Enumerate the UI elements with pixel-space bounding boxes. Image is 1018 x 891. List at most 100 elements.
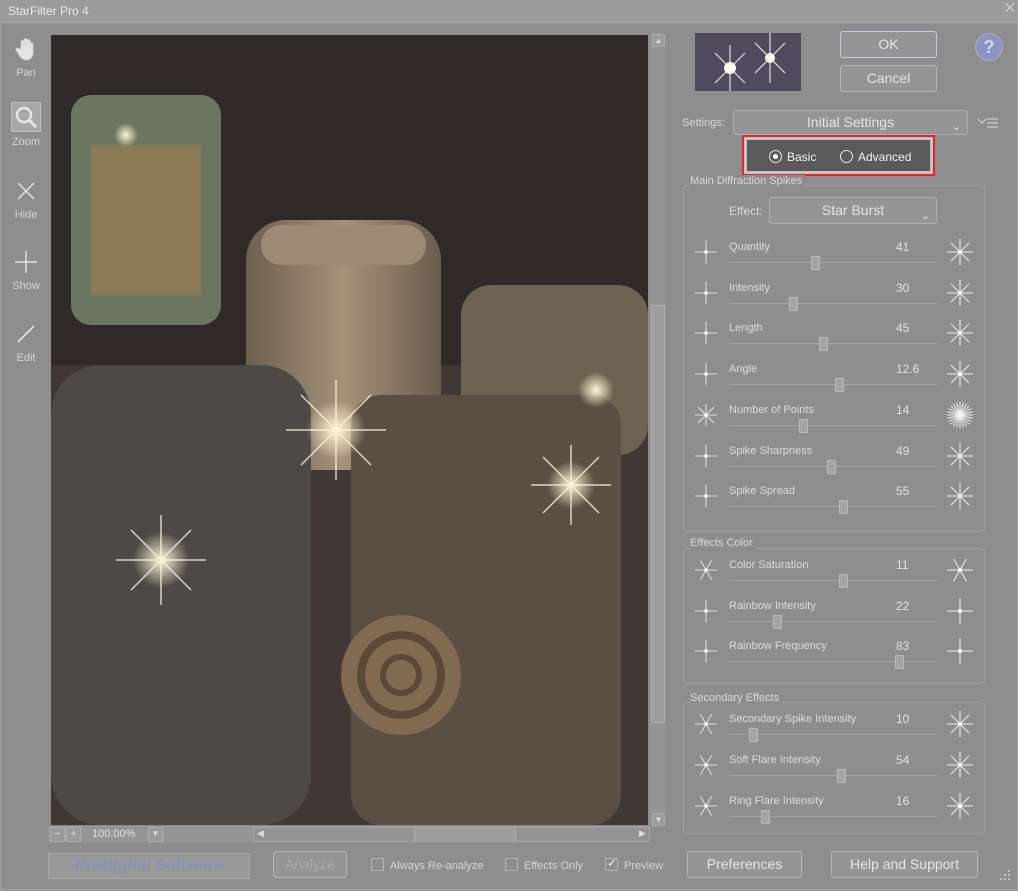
always-reanalyze-checkbox[interactable]: Always Re-analyze: [371, 858, 484, 872]
settings-dropdown[interactable]: Initial Settings ⌄: [733, 110, 968, 135]
soft-flare-intensity-slider-track[interactable]: [729, 775, 937, 776]
advanced-radio-dot[interactable]: [840, 150, 853, 163]
tool-edit[interactable]: Edit: [6, 320, 46, 364]
scroll-down-icon[interactable]: ▼: [652, 813, 665, 826]
length-slider-track[interactable]: [729, 343, 937, 345]
horizontal-scrollbar[interactable]: ◀ ▶: [253, 827, 650, 842]
number-of-points-slider-thumb[interactable]: [799, 418, 808, 433]
quantity-value[interactable]: 41: [896, 240, 909, 254]
color_group-slider-row: Color Saturation 11: [683, 555, 983, 596]
settings-menu-icon[interactable]: [977, 116, 999, 130]
spike-spread-small-star-icon: [693, 483, 719, 509]
tool-show-label: Show: [12, 280, 40, 292]
plus-icon: [12, 248, 40, 276]
rainbow-frequency-slider-track[interactable]: [729, 661, 937, 662]
zoom-in-button[interactable]: +: [66, 827, 81, 842]
number-of-points-large-star-icon: [945, 400, 975, 430]
color-saturation-slider-track[interactable]: [729, 580, 937, 581]
rainbow-intensity-large-star-icon: [945, 596, 975, 626]
tool-show[interactable]: Show: [6, 248, 46, 292]
scroll-left-icon[interactable]: ◀: [254, 828, 267, 841]
always-reanalyze-box[interactable]: [371, 858, 384, 871]
angle-slider-track[interactable]: [729, 384, 937, 386]
advanced-radio[interactable]: Advanced: [840, 150, 911, 164]
secondary_group-slider-row: Secondary Spike Intensity 10: [683, 709, 983, 750]
tool-hide[interactable]: Hide: [6, 177, 46, 221]
intensity-value[interactable]: 30: [896, 281, 909, 295]
horizontal-scroll-thumb[interactable]: [414, 828, 516, 841]
zoom-and-scroll-bar: − + 100.00% ▼ ◀ ▶: [48, 826, 650, 842]
rainbow-intensity-slider-track[interactable]: [729, 620, 937, 622]
color-saturation-small-star-icon: [693, 557, 719, 583]
length-value[interactable]: 45: [896, 321, 909, 335]
ring-flare-intensity-slider-thumb[interactable]: [761, 810, 770, 824]
always-reanalyze-label: Always Re-analyze: [390, 860, 484, 872]
prodigital-logo: ProDigital Software: [48, 853, 250, 879]
angle-value[interactable]: 12.6: [896, 362, 919, 376]
quantity-slider-track[interactable]: [729, 262, 937, 263]
rainbow-frequency-slider-thumb[interactable]: [895, 655, 904, 669]
soft-flare-intensity-value[interactable]: 54: [896, 753, 909, 767]
color-saturation-slider-thumb[interactable]: [839, 574, 848, 588]
effect-dropdown[interactable]: Star Burst ⌄: [769, 197, 937, 224]
color-saturation-value[interactable]: 11: [896, 558, 908, 572]
quantity-label: Quantity: [729, 241, 770, 253]
main_group-slider-row: Spike Spread 55: [683, 481, 983, 522]
spike-spread-label: Spike Spread: [729, 485, 796, 498]
preferences-button[interactable]: Preferences: [687, 851, 802, 878]
preview-photo: [51, 35, 648, 825]
window-title: StarFilter Pro 4: [8, 4, 89, 18]
help-icon[interactable]: ?: [975, 33, 1003, 61]
angle-slider-thumb[interactable]: [835, 378, 844, 393]
vertical-scrollbar[interactable]: ▲ ▼: [650, 33, 665, 827]
intensity-slider-thumb[interactable]: [789, 296, 798, 311]
vertical-scroll-thumb[interactable]: [651, 305, 665, 723]
checkmark-icon: ✓: [607, 856, 618, 870]
intensity-slider-track[interactable]: [729, 302, 937, 304]
rainbow-intensity-slider-thumb[interactable]: [773, 614, 782, 629]
scroll-right-icon[interactable]: ▶: [636, 828, 649, 841]
effects-only-checkbox[interactable]: Effects Only: [505, 858, 583, 872]
number-of-points-small-star-icon: [693, 402, 719, 428]
cancel-button[interactable]: Cancel: [840, 65, 937, 92]
length-slider-thumb[interactable]: [819, 337, 828, 352]
number-of-points-value[interactable]: 14: [896, 403, 909, 417]
pen-icon: [12, 320, 40, 348]
quantity-slider-thumb[interactable]: [811, 256, 820, 270]
basic-radio[interactable]: Basic: [769, 150, 816, 164]
soft-flare-intensity-slider-thumb[interactable]: [837, 769, 846, 783]
effects-only-box[interactable]: [505, 858, 518, 871]
scroll-up-icon[interactable]: ▲: [652, 34, 665, 47]
rainbow-intensity-label: Rainbow Intensity: [729, 599, 816, 612]
spike-spread-slider-track[interactable]: [729, 506, 937, 508]
spike-spread-value[interactable]: 55: [896, 484, 909, 498]
rainbow-intensity-value[interactable]: 22: [896, 599, 909, 613]
ok-button[interactable]: OK: [840, 31, 937, 58]
secondary_group-slider-row: Ring Flare Intensity 16: [683, 791, 983, 832]
basic-radio-dot[interactable]: [769, 150, 782, 163]
secondary-spike-intensity-value[interactable]: 10: [896, 712, 909, 726]
spike-sharpness-slider-thumb[interactable]: [827, 459, 836, 474]
secondary-spike-intensity-slider-thumb[interactable]: [749, 728, 758, 742]
secondary-spike-intensity-slider-track[interactable]: [729, 734, 937, 735]
zoom-out-button[interactable]: −: [50, 827, 65, 842]
ring-flare-intensity-value[interactable]: 16: [896, 794, 909, 808]
number-of-points-slider-track[interactable]: [729, 424, 937, 426]
spike-sharpness-value[interactable]: 49: [896, 444, 909, 458]
angle-large-star-icon: [945, 359, 975, 389]
tool-pan[interactable]: Pan: [6, 35, 46, 79]
preview-image[interactable]: [51, 35, 648, 825]
quantity-large-star-icon: [945, 237, 975, 267]
zoom-dropdown-button[interactable]: ▼: [148, 827, 163, 842]
resize-grip-icon[interactable]: [998, 868, 1012, 882]
analyze-button[interactable]: Analyze: [273, 851, 347, 878]
logo-text-1: ProDigital: [75, 857, 151, 874]
tool-zoom[interactable]: Zoom: [6, 102, 46, 148]
spike-spread-slider-thumb[interactable]: [839, 500, 848, 515]
length-small-star-icon: [693, 320, 719, 346]
help-and-support-button[interactable]: Help and Support: [831, 851, 978, 878]
preview-checkbox[interactable]: ✓ Preview: [605, 856, 663, 872]
rainbow-frequency-value[interactable]: 83: [896, 639, 909, 653]
preview-box[interactable]: ✓: [605, 856, 618, 871]
close-icon[interactable]: [1002, 0, 1018, 16]
